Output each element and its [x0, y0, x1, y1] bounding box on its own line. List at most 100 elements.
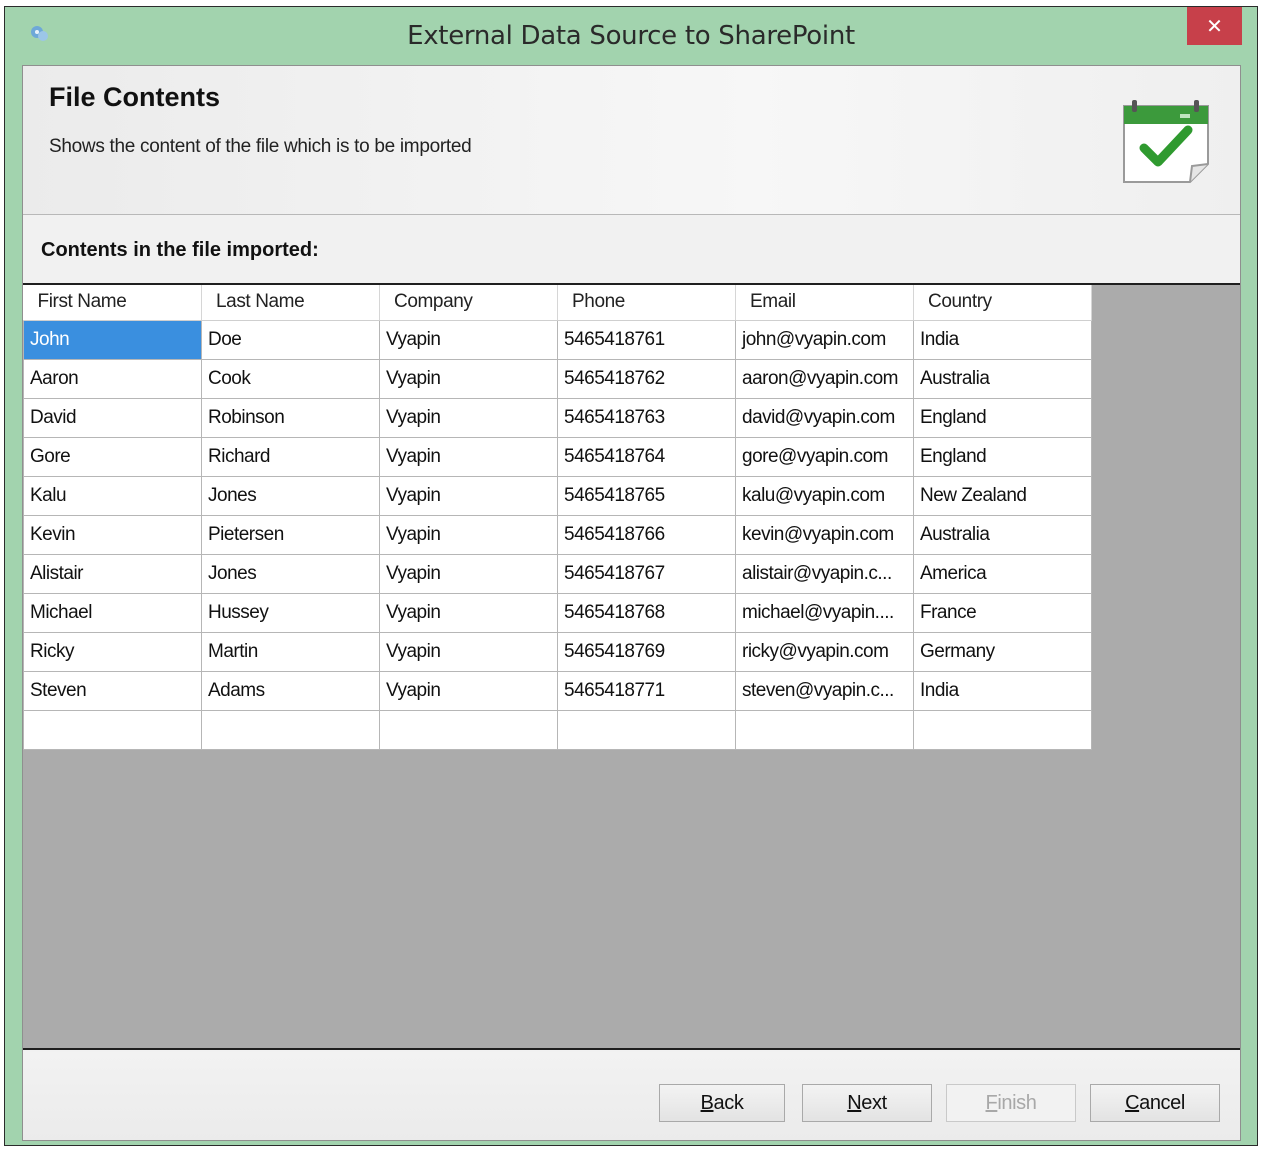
table-row[interactable]: Kevin Pietersen Vyapin 5465418766 kevin@…: [23, 514, 1092, 555]
table-cell[interactable]: Alistair: [23, 553, 202, 594]
table-cell[interactable]: Vyapin: [379, 475, 558, 516]
table-cell[interactable]: [379, 709, 558, 750]
table-cell[interactable]: Steven: [23, 670, 202, 711]
table-cell[interactable]: 5465418768: [557, 592, 736, 633]
close-icon: ✕: [1206, 14, 1223, 38]
table-cell[interactable]: [201, 709, 380, 750]
table-cell[interactable]: Martin: [201, 631, 380, 672]
table-cell[interactable]: Australia: [913, 358, 1092, 399]
column-header-phone[interactable]: Phone: [557, 285, 736, 321]
page-header: File Contents Shows the content of the f…: [23, 66, 1240, 215]
table-cell[interactable]: [913, 709, 1092, 750]
close-button[interactable]: ✕: [1187, 7, 1242, 45]
table-cell[interactable]: Germany: [913, 631, 1092, 672]
table-row[interactable]: Gore Richard Vyapin 5465418764 gore@vyap…: [23, 436, 1092, 477]
table-cell[interactable]: 5465418762: [557, 358, 736, 399]
column-header-country[interactable]: Country: [913, 285, 1092, 321]
table-row[interactable]: Ricky Martin Vyapin 5465418769 ricky@vya…: [23, 631, 1092, 672]
cancel-button[interactable]: Cancel: [1090, 1084, 1220, 1122]
table-cell[interactable]: Vyapin: [379, 436, 558, 477]
table-cell[interactable]: Hussey: [201, 592, 380, 633]
table-row[interactable]: Kalu Jones Vyapin 5465418765 kalu@vyapin…: [23, 475, 1092, 516]
table-cell[interactable]: Vyapin: [379, 358, 558, 399]
finish-label: inish: [997, 1091, 1037, 1114]
table-cell[interactable]: Vyapin: [379, 553, 558, 594]
contents-label: Contents in the file imported:: [41, 239, 319, 261]
table-cell[interactable]: 5465418765: [557, 475, 736, 516]
table-cell[interactable]: kalu@vyapin.com: [735, 475, 914, 516]
table-cell[interactable]: David: [23, 397, 202, 438]
next-button[interactable]: Next: [802, 1084, 932, 1122]
table-cell[interactable]: alistair@vyapin.c...: [735, 553, 914, 594]
table-cell[interactable]: India: [913, 319, 1092, 360]
table-cell[interactable]: England: [913, 397, 1092, 438]
table-cell[interactable]: Adams: [201, 670, 380, 711]
table-cell[interactable]: Robinson: [201, 397, 380, 438]
back-mnemonic: B: [700, 1091, 714, 1114]
table-row[interactable]: Alistair Jones Vyapin 5465418767 alistai…: [23, 553, 1092, 594]
table-cell[interactable]: 5465418767: [557, 553, 736, 594]
table-cell[interactable]: Gore: [23, 436, 202, 477]
table-cell[interactable]: [23, 709, 202, 750]
table-cell[interactable]: Vyapin: [379, 631, 558, 672]
table-cell[interactable]: Cook: [201, 358, 380, 399]
table-cell[interactable]: Richard: [201, 436, 380, 477]
table-cell[interactable]: ricky@vyapin.com: [735, 631, 914, 672]
table-cell[interactable]: England: [913, 436, 1092, 477]
column-header-company[interactable]: Company: [379, 285, 558, 321]
page-title: File Contents: [49, 82, 221, 112]
table-cell[interactable]: Pietersen: [201, 514, 380, 555]
table-cell[interactable]: Doe: [201, 319, 380, 360]
table-cell[interactable]: david@vyapin.com: [735, 397, 914, 438]
column-header-email[interactable]: Email: [735, 285, 914, 321]
table-cell[interactable]: John: [23, 319, 202, 360]
next-mnemonic: N: [847, 1091, 862, 1114]
table-cell[interactable]: Aaron: [23, 358, 202, 399]
finish-button[interactable]: Finish: [946, 1084, 1076, 1122]
table-cell[interactable]: America: [913, 553, 1092, 594]
table-cell[interactable]: Vyapin: [379, 514, 558, 555]
file-contents-grid[interactable]: First Name Last Name Company Phone Email…: [23, 283, 1240, 1050]
title-bar[interactable]: External Data Source to SharePoint ✕: [5, 7, 1257, 65]
table-row[interactable]: Aaron Cook Vyapin 5465418762 aaron@vyapi…: [23, 358, 1092, 399]
table-cell[interactable]: 5465418771: [557, 670, 736, 711]
table-cell[interactable]: john@vyapin.com: [735, 319, 914, 360]
table-row[interactable]: David Robinson Vyapin 5465418763 david@v…: [23, 397, 1092, 438]
table-row[interactable]: Steven Adams Vyapin 5465418771 steven@vy…: [23, 670, 1092, 711]
table-cell[interactable]: Michael: [23, 592, 202, 633]
page-description: Shows the content of the file which is t…: [49, 136, 472, 157]
table-cell[interactable]: 5465418769: [557, 631, 736, 672]
table-cell[interactable]: Kalu: [23, 475, 202, 516]
cancel-mnemonic: C: [1125, 1091, 1140, 1114]
table-cell[interactable]: steven@vyapin.c...: [735, 670, 914, 711]
table-cell[interactable]: France: [913, 592, 1092, 633]
table-cell[interactable]: [557, 709, 736, 750]
table-cell[interactable]: Australia: [913, 514, 1092, 555]
column-header-first-name[interactable]: First Name: [23, 285, 202, 321]
table-cell[interactable]: India: [913, 670, 1092, 711]
back-button[interactable]: Back: [659, 1084, 785, 1122]
table-cell[interactable]: kevin@vyapin.com: [735, 514, 914, 555]
header-row: First Name Last Name Company Phone Email…: [23, 285, 1092, 321]
table-cell[interactable]: 5465418763: [557, 397, 736, 438]
table-cell[interactable]: Kevin: [23, 514, 202, 555]
table-cell[interactable]: [735, 709, 914, 750]
table-cell[interactable]: michael@vyapin....: [735, 592, 914, 633]
table-cell[interactable]: aaron@vyapin.com: [735, 358, 914, 399]
table-cell[interactable]: 5465418764: [557, 436, 736, 477]
table-cell[interactable]: Jones: [201, 475, 380, 516]
table-row[interactable]: Michael Hussey Vyapin 5465418768 michael…: [23, 592, 1092, 633]
table-cell[interactable]: gore@vyapin.com: [735, 436, 914, 477]
table-cell[interactable]: 5465418761: [557, 319, 736, 360]
table-cell[interactable]: Jones: [201, 553, 380, 594]
table-cell[interactable]: Vyapin: [379, 670, 558, 711]
table-cell[interactable]: Vyapin: [379, 397, 558, 438]
column-header-last-name[interactable]: Last Name: [201, 285, 380, 321]
table-cell[interactable]: Vyapin: [379, 319, 558, 360]
table-cell[interactable]: Ricky: [23, 631, 202, 672]
new-row[interactable]: [23, 709, 1092, 750]
table-cell[interactable]: 5465418766: [557, 514, 736, 555]
table-cell[interactable]: New Zealand: [913, 475, 1092, 516]
table-row[interactable]: John Doe Vyapin 5465418761 john@vyapin.c…: [23, 319, 1092, 360]
table-cell[interactable]: Vyapin: [379, 592, 558, 633]
